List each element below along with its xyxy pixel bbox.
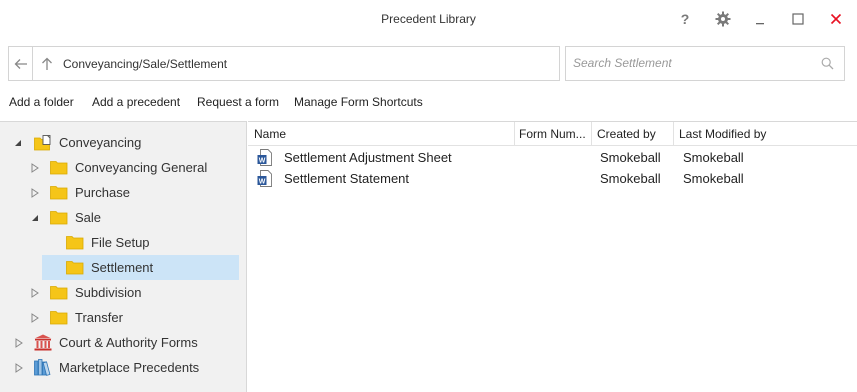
column-separator[interactable]	[514, 122, 515, 145]
column-separator[interactable]	[673, 122, 674, 145]
row-name: Settlement Statement	[284, 171, 410, 186]
help-icon[interactable]: ?	[673, 8, 697, 30]
collapsed-arrow-icon[interactable]	[31, 188, 39, 198]
search-icon[interactable]	[821, 57, 834, 73]
folder-icon	[50, 210, 68, 228]
gear-icon[interactable]	[711, 8, 735, 30]
books-icon	[34, 359, 53, 379]
tree-label: Transfer	[75, 310, 123, 325]
title-bar: Precedent Library ?	[0, 0, 857, 38]
tree-item-transfer[interactable]: Transfer	[0, 306, 247, 330]
collapsed-arrow-icon[interactable]	[15, 363, 23, 373]
column-header-last-modified-by[interactable]: Last Modified by	[679, 127, 839, 141]
precedent-list: Name Form Num... Created by Last Modifie…	[248, 121, 857, 392]
tree-label: Marketplace Precedents	[59, 360, 200, 375]
tree-item-file-setup[interactable]: File Setup	[0, 231, 247, 255]
manage-form-shortcuts-button[interactable]: Manage Form Shortcuts	[294, 95, 423, 109]
table-row[interactable]: W Settlement Adjustment Sheet Smokeball …	[248, 147, 857, 168]
tree-label: Sale	[75, 210, 102, 225]
folder-tree: Conveyancing Conveyancing General Purcha…	[0, 121, 247, 392]
column-header-created-by[interactable]: Created by	[597, 127, 672, 141]
row-last-modified-by: Smokeball	[683, 171, 744, 186]
svg-text:?: ?	[681, 11, 690, 27]
folder-icon	[50, 310, 68, 328]
tree-item-sale[interactable]: Sale	[0, 206, 247, 230]
tree-item-conveyancing-general[interactable]: Conveyancing General	[0, 156, 247, 180]
folder-icon	[50, 285, 68, 303]
list-header: Name Form Num... Created by Last Modifie…	[248, 122, 857, 146]
word-document-icon: W	[257, 170, 272, 190]
up-arrow-icon[interactable]	[39, 47, 55, 80]
collapsed-arrow-icon[interactable]	[31, 313, 39, 323]
search-box[interactable]	[565, 46, 845, 81]
tree-item-subdivision[interactable]: Subdivision	[0, 281, 247, 305]
collapsed-arrow-icon[interactable]	[31, 288, 39, 298]
close-icon[interactable]	[824, 8, 848, 30]
word-document-icon: W	[257, 149, 272, 169]
courthouse-icon	[34, 334, 52, 354]
address-path[interactable]: Conveyancing/Sale/Settlement	[63, 57, 227, 71]
column-header-form-number[interactable]: Form Num...	[519, 127, 591, 141]
column-separator[interactable]	[591, 122, 592, 145]
tree-label: File Setup	[91, 235, 150, 250]
table-row[interactable]: W Settlement Statement Smokeball Smokeba…	[248, 168, 857, 189]
collapsed-arrow-icon[interactable]	[31, 163, 39, 173]
svg-text:W: W	[259, 157, 266, 164]
add-precedent-button[interactable]: Add a precedent	[92, 95, 180, 109]
folder-document-icon	[34, 135, 52, 154]
collapsed-arrow-icon[interactable]	[15, 338, 23, 348]
row-created-by: Smokeball	[600, 171, 661, 186]
svg-text:W: W	[259, 178, 266, 185]
row-name: Settlement Adjustment Sheet	[284, 150, 452, 165]
expanded-arrow-icon[interactable]	[31, 213, 39, 223]
row-created-by: Smokeball	[600, 150, 661, 165]
tree-label: Settlement	[91, 260, 154, 275]
tree-item-marketplace-precedents[interactable]: Marketplace Precedents	[0, 356, 247, 380]
expanded-arrow-icon[interactable]	[14, 138, 22, 148]
tree-label: Conveyancing General	[75, 160, 208, 175]
tree-label: Court & Authority Forms	[59, 335, 198, 350]
address-bar[interactable]: Conveyancing/Sale/Settlement	[8, 46, 560, 81]
search-input[interactable]	[573, 56, 813, 70]
folder-icon	[50, 185, 68, 203]
tree-label: Purchase	[75, 185, 130, 200]
tree-item-conveyancing[interactable]: Conveyancing	[0, 131, 247, 155]
tree-label: Conveyancing	[59, 135, 142, 150]
folder-icon	[66, 235, 84, 253]
add-folder-button[interactable]: Add a folder	[9, 95, 74, 109]
column-header-name[interactable]: Name	[254, 127, 509, 141]
tree-item-purchase[interactable]: Purchase	[0, 181, 247, 205]
folder-icon	[66, 260, 84, 278]
tree-item-court-authority-forms[interactable]: Court & Authority Forms	[0, 331, 247, 355]
maximize-icon[interactable]	[786, 8, 810, 30]
folder-icon	[50, 160, 68, 178]
row-last-modified-by: Smokeball	[683, 150, 744, 165]
request-form-button[interactable]: Request a form	[197, 95, 279, 109]
minimize-icon[interactable]	[748, 8, 772, 30]
back-arrow-icon[interactable]	[9, 47, 33, 80]
tree-label: Subdivision	[75, 285, 142, 300]
tree-item-settlement[interactable]: Settlement	[42, 255, 239, 280]
